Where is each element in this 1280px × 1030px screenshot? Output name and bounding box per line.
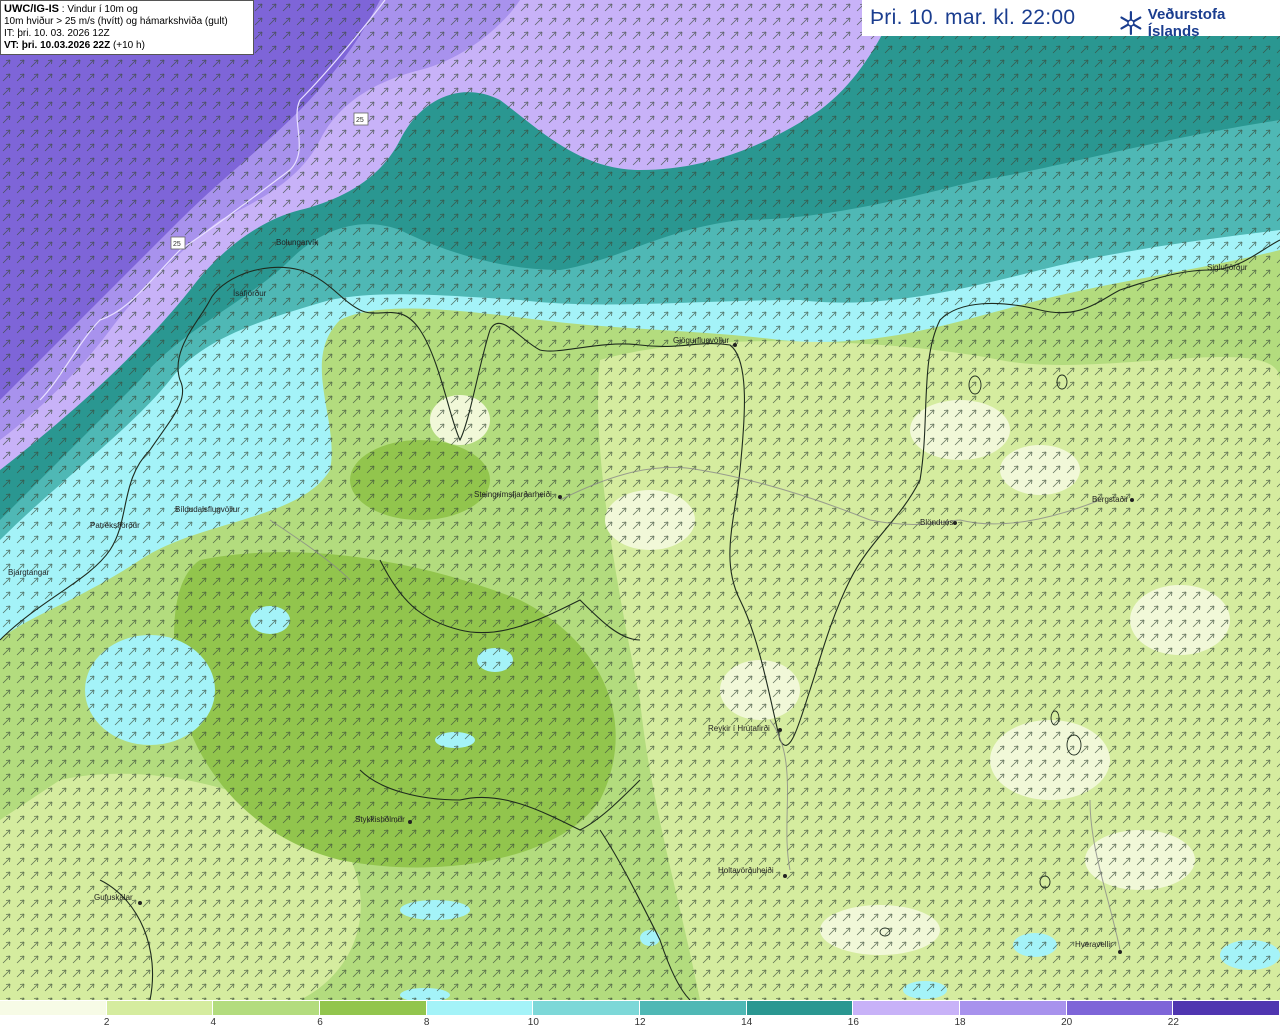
time-header: Þri. 10. mar. kl. 22:00 Veðurstofa Íslan… xyxy=(862,0,1280,40)
place-label: Bergstaðir xyxy=(1092,495,1129,504)
legend-swatch xyxy=(960,1001,1067,1015)
place-label: Blönduós xyxy=(920,518,953,527)
legend-tick-label: 4 xyxy=(210,1017,217,1028)
place-label: Patreksfjörður xyxy=(90,521,140,530)
place-label: Ísafjörður xyxy=(233,289,267,298)
legend-tick-label: 10 xyxy=(527,1017,539,1028)
legend-labels: 2 4 6 8 10 12 14 16 18 20 22 xyxy=(0,1017,1280,1029)
place-label: Bolungarvík xyxy=(276,238,319,247)
legend-tick-label: 6 xyxy=(317,1017,323,1028)
legend-swatch xyxy=(213,1001,321,1015)
wind-map[interactable]: 25 25 Bolungarvík Ísafjörður Patreksfjör… xyxy=(0,0,1280,1000)
legend-swatch xyxy=(640,1001,747,1015)
place-label: Holtavörðuheiði xyxy=(718,866,774,875)
place-label: Gjögurflugvöllur xyxy=(673,336,729,345)
legend-tick-label: 18 xyxy=(954,1017,966,1028)
place-label: Bjargtangar xyxy=(8,568,50,577)
valid-time-label: VT: þri. 10.03.2026 22Z xyxy=(4,40,111,51)
brand-name: Veðurstofa Íslands xyxy=(1147,6,1226,40)
legend-swatch xyxy=(320,1001,427,1015)
info-box: UWC/IG-IS : Vindur í 10m og 10m hviður >… xyxy=(0,0,254,55)
legend-tick-label: 16 xyxy=(847,1017,859,1028)
legend-swatch xyxy=(533,1001,641,1015)
legend-swatch xyxy=(1066,1001,1174,1015)
place-label: Hveravellir xyxy=(1075,940,1113,949)
legend-swatch xyxy=(853,1001,961,1015)
svg-text:25: 25 xyxy=(173,241,181,248)
legend-tick-label: 2 xyxy=(103,1017,110,1028)
wind-arrows-land xyxy=(0,0,1280,1000)
info-line2: 10m hviður > 25 m/s (hvítt) og hámarkshv… xyxy=(4,16,228,27)
place-label: Bíldudalsflugvöllur xyxy=(175,505,240,514)
legend-swatch xyxy=(746,1001,854,1015)
info-line3: IT: þri. 10. 03. 2026 12Z xyxy=(4,28,110,39)
brand-logo: Veðurstofa Íslands xyxy=(1118,6,1280,40)
legend-swatch xyxy=(426,1001,534,1015)
place-label: Siglufjörður xyxy=(1207,263,1248,272)
place-label: Stykkishólmur xyxy=(355,815,405,824)
color-legend: 2 4 6 8 10 12 14 16 18 20 22 xyxy=(0,1000,1280,1030)
svg-text:25: 25 xyxy=(356,117,364,124)
legend-bar xyxy=(0,1001,1280,1015)
model-name: UWC/IG-IS xyxy=(4,3,59,15)
snowflake-logo-icon xyxy=(1120,11,1142,35)
legend-tick-label: 12 xyxy=(634,1017,646,1028)
legend-tick-label: 20 xyxy=(1061,1017,1073,1028)
legend-swatch xyxy=(106,1001,214,1015)
legend-swatch xyxy=(1173,1001,1280,1015)
legend-swatch xyxy=(0,1001,107,1015)
info-line1: : Vindur í 10m og xyxy=(59,4,138,15)
place-label: Reykir í Hrútafirði xyxy=(708,724,770,733)
valid-time-offset: (+10 h) xyxy=(110,40,145,51)
legend-tick-label: 22 xyxy=(1167,1017,1179,1028)
place-label: Gufuskálar xyxy=(94,893,133,902)
legend-tick-label: 8 xyxy=(423,1017,430,1028)
place-label: Steingrímsfjarðarheiði xyxy=(474,490,552,499)
legend-tick-label: 14 xyxy=(741,1017,753,1028)
valid-time-title: Þri. 10. mar. kl. 22:00 xyxy=(870,6,1076,29)
